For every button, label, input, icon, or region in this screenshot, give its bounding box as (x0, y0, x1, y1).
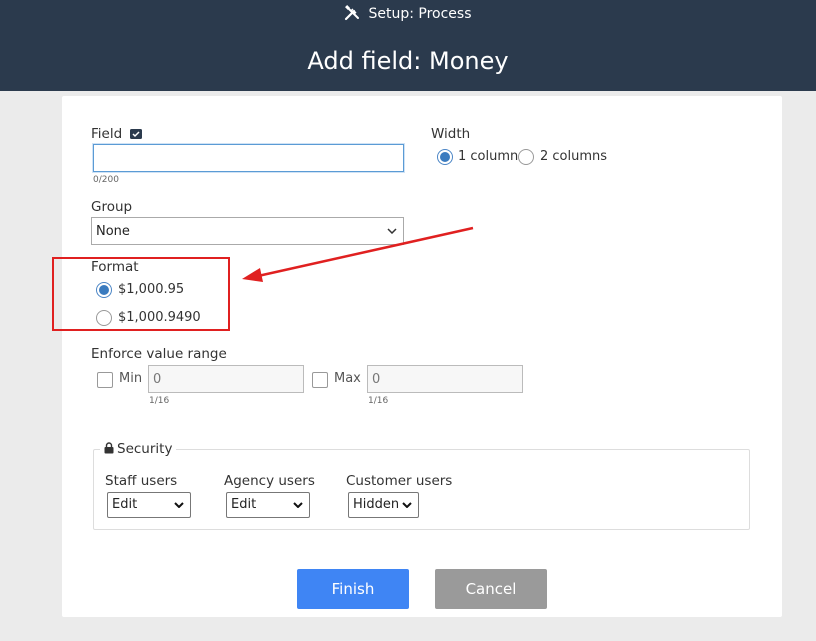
staff-users-select[interactable]: Edit (107, 492, 191, 518)
width-1-column-label: 1 column (458, 149, 519, 164)
customer-users-value: Hidden (353, 497, 400, 512)
agency-users-label: Agency users (224, 473, 315, 489)
header-bar: Setup: Process Add field: Money (0, 0, 816, 91)
field-name-input[interactable] (93, 144, 404, 172)
width-label: Width (431, 126, 471, 142)
min-label: Min (119, 371, 143, 386)
max-label: Max (334, 371, 361, 386)
customer-users-select[interactable]: Hidden (348, 492, 419, 518)
staff-users-label: Staff users (105, 473, 178, 489)
field-label: Field (91, 126, 143, 143)
max-checkbox[interactable] (312, 372, 328, 388)
customer-users-label: Customer users (346, 473, 453, 489)
agency-users-select[interactable]: Edit (226, 492, 310, 518)
page-title: Add field: Money (307, 47, 509, 75)
annotation-arrow-icon (242, 226, 474, 282)
cancel-button[interactable]: Cancel (435, 569, 547, 609)
agency-users-value: Edit (231, 497, 257, 512)
group-label: Group (91, 199, 133, 215)
chevron-down-icon (174, 493, 184, 517)
lock-icon (104, 442, 114, 458)
min-value-input[interactable] (148, 365, 304, 393)
finish-button[interactable]: Finish (297, 569, 409, 609)
min-checkbox[interactable] (97, 372, 113, 388)
group-select-value: None (96, 224, 130, 239)
checkbox-badge-icon (130, 127, 143, 143)
breadcrumb-label: Setup: Process (368, 6, 472, 22)
annotation-highlight-box (52, 257, 230, 331)
security-fieldset (93, 449, 750, 530)
breadcrumb[interactable]: Setup: Process (0, 5, 816, 26)
width-2-columns-radio[interactable] (518, 149, 534, 165)
min-char-counter: 1/16 (149, 396, 170, 406)
range-label: Enforce value range (91, 346, 227, 362)
security-legend: Security (100, 441, 177, 458)
max-char-counter: 1/16 (368, 396, 389, 406)
width-1-column-radio[interactable] (437, 149, 453, 165)
tools-icon (344, 5, 360, 26)
max-value-input[interactable] (367, 365, 523, 393)
chevron-down-icon (402, 493, 412, 517)
chevron-down-icon (293, 493, 303, 517)
width-2-columns-label: 2 columns (540, 149, 608, 164)
field-char-counter: 0/200 (93, 175, 119, 185)
staff-users-value: Edit (112, 497, 138, 512)
